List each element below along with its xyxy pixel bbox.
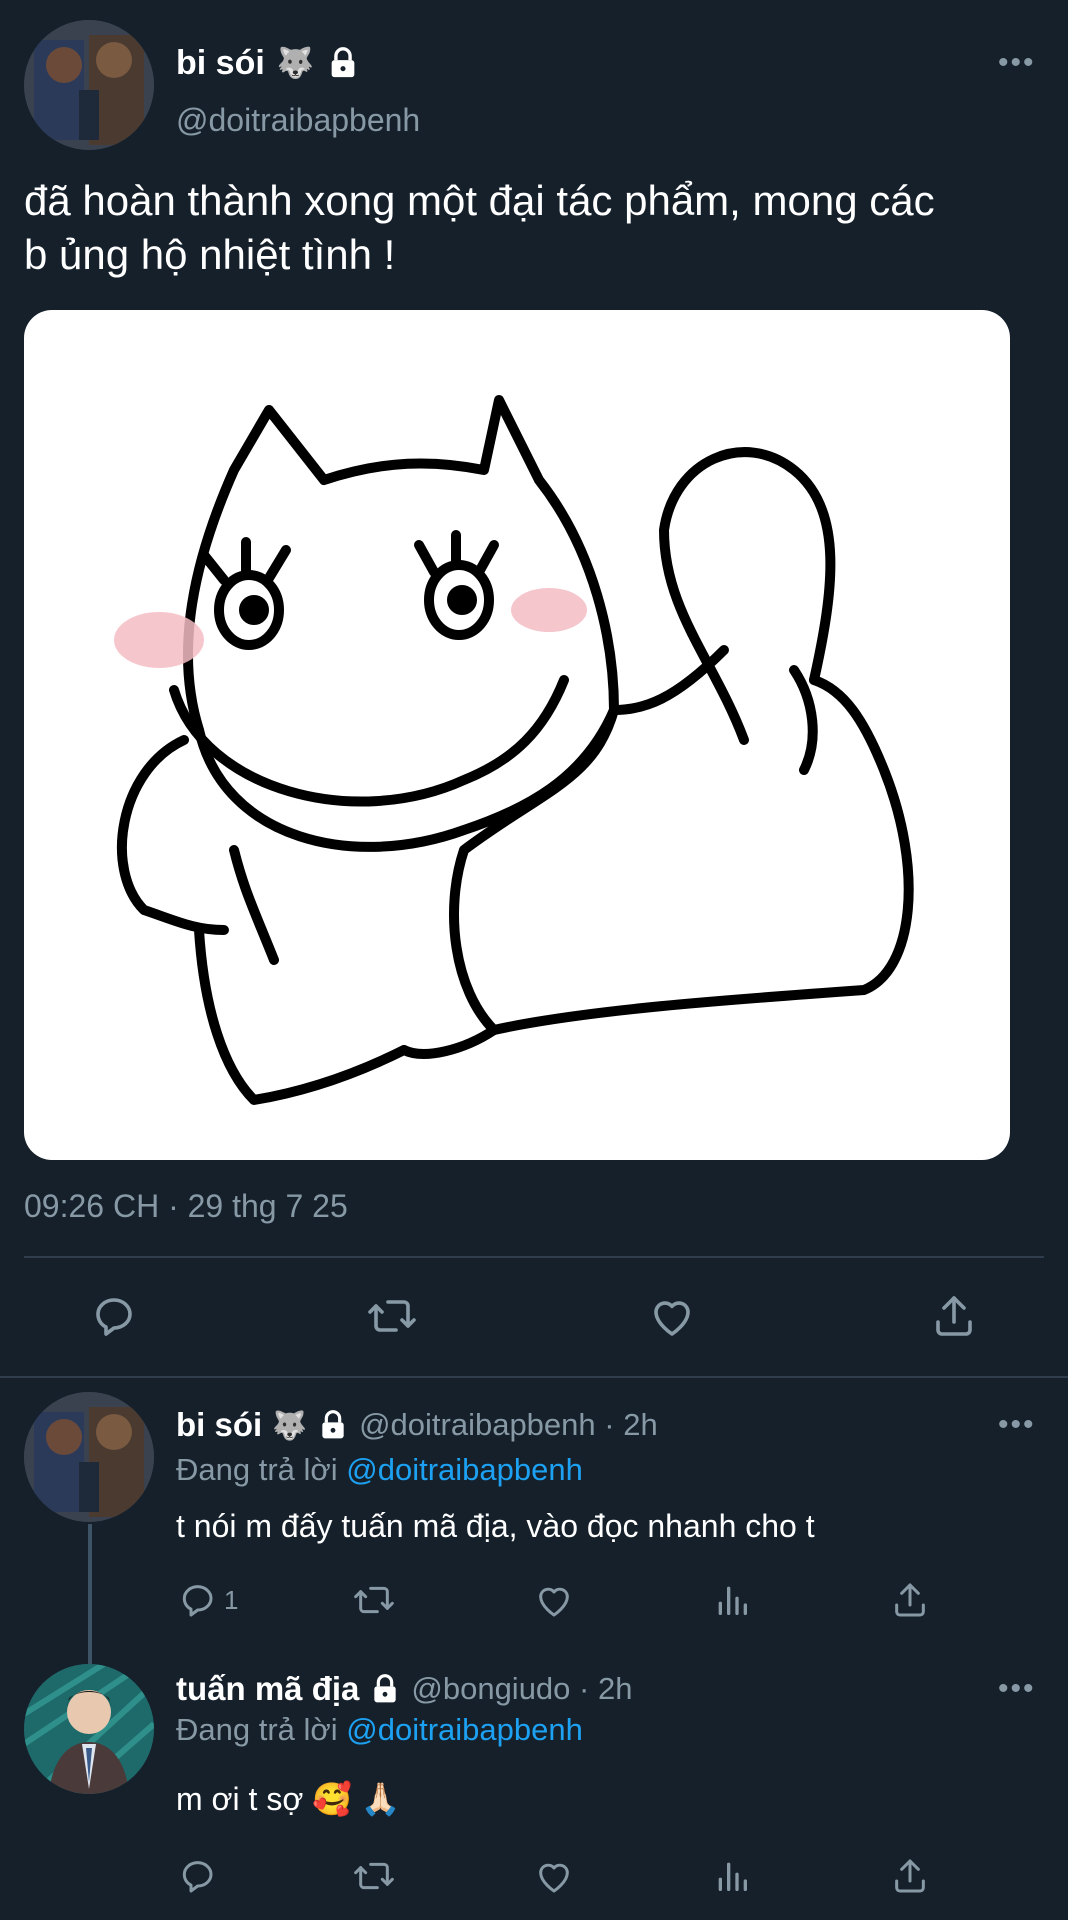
tweet-text-line: b ủng hộ nhiệt tình ! <box>24 231 396 278</box>
reply-text: t nói m đấy tuấn mã địa, vào đọc nhanh c… <box>176 1508 815 1544</box>
reply-icon[interactable] <box>176 1856 216 1896</box>
author-name[interactable]: bi sói <box>176 44 265 83</box>
retweet-icon[interactable] <box>352 1856 396 1896</box>
tweet-timestamp[interactable]: 09:26 CH · 29 thg 7 25 <box>24 1188 348 1225</box>
like-icon[interactable] <box>648 1292 696 1340</box>
replying-to: Đang trả lời @doitraibapbenh <box>176 1452 583 1488</box>
reply-text: m ơi t sợ 🥰 🙏🏻 <box>176 1781 401 1817</box>
section-divider <box>0 1376 1068 1378</box>
replying-to-link[interactable]: @doitraibapbenh <box>346 1712 583 1747</box>
replying-prefix: Đang trả lời <box>176 1452 338 1487</box>
lock-icon <box>369 1673 401 1705</box>
reply-handle-time[interactable]: @doitraibapbenh · 2h <box>359 1407 658 1443</box>
replying-to: Đang trả lời @doitraibapbenh <box>176 1712 583 1748</box>
divider <box>24 1256 1044 1258</box>
analytics-icon[interactable] <box>712 1580 752 1620</box>
more-icon[interactable]: ••• <box>998 1408 1036 1442</box>
author-emoji: 🐺 <box>276 46 315 80</box>
tweet-text: đã hoàn thành xong một đại tác phẩm, mon… <box>24 174 1064 282</box>
replying-prefix: Đang trả lời <box>176 1712 338 1747</box>
author-handle[interactable]: @doitraibapbenh <box>176 102 420 139</box>
analytics-icon[interactable] <box>712 1856 752 1896</box>
tweet-text-line: đã hoàn thành xong một đại tác phẩm, mon… <box>24 177 935 224</box>
more-icon[interactable]: ••• <box>998 1672 1036 1706</box>
reply-avatar[interactable] <box>24 1392 154 1522</box>
thread-line <box>88 1524 92 1664</box>
reply-author-name[interactable]: tuấn mã địa <box>176 1670 359 1708</box>
like-icon[interactable] <box>534 1580 574 1620</box>
share-icon[interactable] <box>930 1292 978 1340</box>
retweet-icon[interactable] <box>352 1580 396 1620</box>
tweet-image[interactable] <box>24 310 1010 1160</box>
lock-icon <box>326 46 360 80</box>
reply-icon[interactable] <box>176 1580 216 1620</box>
reply-author-name[interactable]: bi sói <box>176 1406 262 1444</box>
like-icon[interactable] <box>534 1856 574 1896</box>
author-avatar[interactable] <box>24 20 154 150</box>
replying-to-link[interactable]: @doitraibapbenh <box>346 1452 583 1487</box>
reply-avatar[interactable] <box>24 1664 154 1794</box>
reply-handle-time[interactable]: @bongiudo · 2h <box>411 1671 632 1707</box>
lock-icon <box>317 1409 349 1441</box>
retweet-icon[interactable] <box>366 1292 418 1340</box>
reply-count: 1 <box>224 1584 239 1615</box>
cat-drawing <box>114 395 914 1105</box>
reply-icon[interactable] <box>88 1292 136 1340</box>
author-emoji: 🐺 <box>272 1409 308 1441</box>
share-icon[interactable] <box>890 1580 930 1620</box>
more-icon[interactable]: ••• <box>998 46 1036 80</box>
share-icon[interactable] <box>890 1856 930 1896</box>
